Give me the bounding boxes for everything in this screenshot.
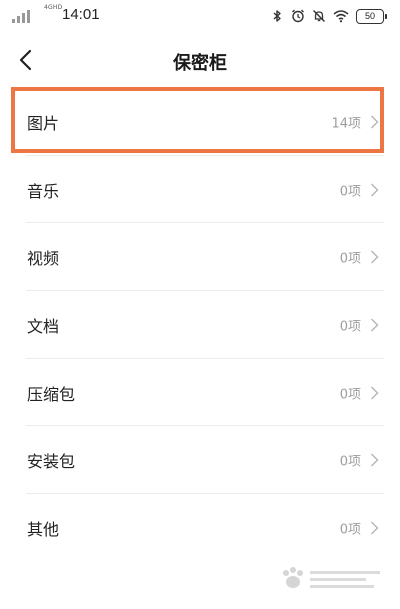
chevron-right-icon: [371, 183, 379, 197]
page-title: 保密柜: [173, 53, 227, 74]
chevron-right-icon: [371, 250, 379, 264]
item-label: 其他: [27, 519, 60, 539]
list-item-music[interactable]: 音乐 0项: [0, 156, 400, 224]
status-icons: 50: [270, 7, 387, 25]
item-count: 0项: [339, 522, 361, 538]
list-item-other[interactable]: 其他 0项: [0, 494, 400, 562]
chevron-right-icon: [371, 386, 379, 400]
item-label: 视频: [27, 249, 60, 269]
list-item-pictures[interactable]: 图片 14项: [0, 88, 400, 156]
baidu-jingyan-watermark: [283, 567, 380, 588]
chevron-right-icon: [371, 453, 379, 467]
wifi-icon: [333, 10, 349, 23]
item-label: 安装包: [27, 452, 76, 472]
list-item-archives[interactable]: 压缩包 0项: [0, 359, 400, 427]
item-label: 压缩包: [27, 384, 76, 404]
item-count: 0项: [339, 319, 361, 335]
item-count: 0项: [339, 251, 361, 267]
item-count: 0项: [339, 454, 361, 470]
item-count: 0项: [339, 184, 361, 200]
item-count: 0项: [339, 387, 361, 403]
mute-icon: [313, 10, 325, 22]
category-list: 图片 14项 音乐 0项 视频 0项 文档 0项 压缩包 0项 安装包 0项 其…: [0, 88, 400, 562]
status-bar: 4GHD 14:01 50: [0, 0, 400, 32]
item-count: 14项: [331, 116, 361, 132]
network-type: 4GHD: [44, 4, 63, 11]
list-item-videos[interactable]: 视频 0项: [0, 223, 400, 292]
chevron-right-icon: [371, 521, 379, 535]
status-time: 14:01: [62, 6, 100, 23]
list-item-documents[interactable]: 文档 0项: [0, 291, 400, 359]
signal-icon: [12, 10, 30, 23]
alarm-icon: [292, 9, 304, 23]
item-label: 图片: [27, 113, 60, 133]
item-label: 音乐: [27, 181, 60, 201]
item-label: 文档: [27, 316, 60, 336]
chevron-right-icon: [371, 115, 379, 129]
list-item-installers[interactable]: 安装包 0项: [0, 426, 400, 495]
header: 保密柜: [0, 32, 400, 88]
battery-icon: 50: [356, 8, 387, 24]
chevron-right-icon: [371, 318, 379, 332]
bluetooth-icon: [273, 10, 281, 22]
